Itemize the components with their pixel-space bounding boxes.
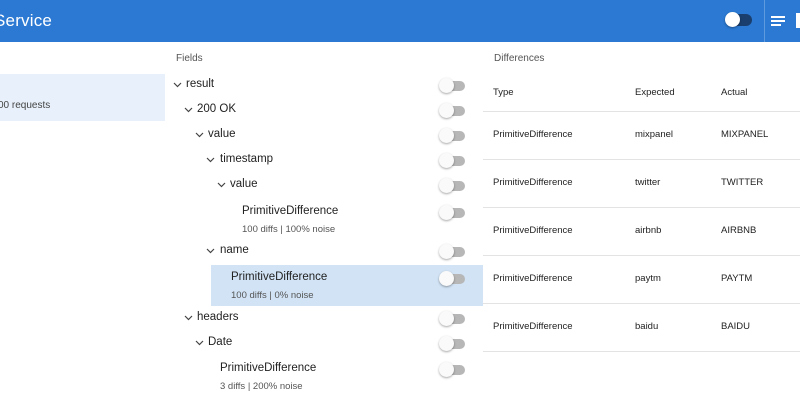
tree-node-label: 200 OK (197, 103, 236, 115)
table-row[interactable]: PrimitiveDifference airbnb AIRBNB (483, 208, 800, 256)
diff-expected: airbnb (635, 225, 662, 236)
diff-type: PrimitiveDifference (493, 177, 573, 188)
chevron-down-icon[interactable] (195, 132, 205, 142)
node-toggle[interactable] (439, 128, 465, 143)
requests-panel: 00 requests (0, 42, 165, 419)
node-toggle[interactable] (439, 178, 465, 193)
table-row[interactable]: PrimitiveDifference paytm PAYTM (483, 256, 800, 304)
chevron-down-icon[interactable] (206, 157, 216, 167)
node-toggle[interactable] (439, 78, 465, 93)
tree-node-timestamp[interactable]: timestamp (165, 150, 483, 172)
node-toggle[interactable] (439, 153, 465, 168)
column-header-expected[interactable]: Expected (635, 87, 675, 98)
chevron-down-icon[interactable] (195, 340, 205, 350)
node-toggle[interactable] (439, 205, 465, 220)
tree-node-label: result (186, 78, 215, 90)
fields-heading: Fields (176, 53, 203, 64)
diff-actual: PAYTM (721, 273, 753, 284)
diff-type: PrimitiveDifference (493, 321, 573, 332)
tree-leaf-label: PrimitiveDifference (242, 205, 339, 217)
table-row[interactable]: PrimitiveDifference twitter TWITTER (483, 160, 800, 208)
diff-type: PrimitiveDifference (493, 225, 573, 236)
node-toggle[interactable] (439, 271, 465, 286)
diff-expected: baidu (635, 321, 659, 332)
column-header-actual[interactable]: Actual (721, 87, 747, 98)
tree-node-label: timestamp (220, 153, 274, 165)
panel-icon[interactable] (796, 13, 800, 28)
node-toggle[interactable] (439, 103, 465, 118)
table-header-row: Type Expected Actual (483, 70, 800, 112)
column-header-type[interactable]: Type (493, 87, 514, 98)
diff-actual: BAIDU (721, 321, 751, 332)
diff-expected: paytm (635, 273, 661, 284)
tree-node-label: name (220, 244, 249, 256)
tree-node-headers[interactable]: headers (165, 308, 483, 330)
tree-node-name[interactable]: name (165, 241, 483, 263)
diff-actual: AIRBNB (721, 225, 757, 236)
table-row[interactable]: PrimitiveDifference mixpanel MIXPANEL (483, 112, 800, 160)
tree-node-label: value (208, 128, 236, 140)
chevron-down-icon[interactable] (184, 107, 194, 117)
list-menu-icon[interactable] (771, 15, 785, 27)
tree-node-label: Date (208, 336, 233, 348)
node-toggle[interactable] (439, 244, 465, 259)
tree-node-date[interactable]: Date (165, 333, 483, 355)
toggle-switch-icon[interactable] (725, 12, 752, 27)
node-toggle[interactable] (439, 311, 465, 326)
node-toggle[interactable] (439, 336, 465, 351)
diff-actual: TWITTER (721, 177, 764, 188)
table-row[interactable]: PrimitiveDifference baidu BAIDU (483, 304, 800, 352)
chevron-down-icon[interactable] (217, 182, 227, 192)
diff-stats: 100 diffs | 0% noise (231, 290, 314, 301)
diff-type: PrimitiveDifference (493, 273, 573, 284)
tree-node-timestamp-value[interactable]: value (165, 175, 483, 197)
diff-stats: 3 diffs | 200% noise (220, 381, 303, 392)
tree-node-label: headers (197, 311, 239, 323)
tree-leaf-primitive-difference-selected[interactable]: PrimitiveDifference 100 diffs | 0% noise (211, 265, 483, 306)
diff-expected: twitter (635, 177, 661, 188)
tree-node-label: value (230, 178, 258, 190)
diff-stats: 100 diffs | 100% noise (242, 224, 336, 235)
tree-leaf-primitive-difference-date[interactable]: PrimitiveDifference 3 diffs | 200% noise (165, 358, 483, 396)
differences-heading: Differences (494, 53, 545, 64)
node-toggle[interactable] (439, 362, 465, 377)
request-group-card[interactable]: 00 requests (0, 74, 165, 121)
tree-leaf-label: PrimitiveDifference (231, 271, 328, 283)
tree-node-result[interactable]: result (165, 75, 483, 97)
tree-leaf-primitive-difference[interactable]: PrimitiveDifference 100 diffs | 100% noi… (165, 200, 483, 238)
chevron-down-icon[interactable] (173, 82, 183, 92)
app-bar: Service (0, 0, 800, 42)
app-title: Service (0, 11, 53, 30)
diff-actual: MIXPANEL (721, 129, 769, 140)
diff-type: PrimitiveDifference (493, 129, 573, 140)
diff-expected: mixpanel (635, 129, 674, 140)
tree-node-value[interactable]: value (165, 125, 483, 147)
chevron-down-icon[interactable] (206, 248, 216, 258)
tree-node-200-ok[interactable]: 200 OK (165, 100, 483, 122)
chevron-down-icon[interactable] (184, 315, 194, 325)
request-count: 00 requests (0, 100, 51, 111)
toolbar-divider (764, 0, 765, 42)
toggle-knob (725, 12, 740, 27)
tree-leaf-label: PrimitiveDifference (220, 362, 317, 374)
